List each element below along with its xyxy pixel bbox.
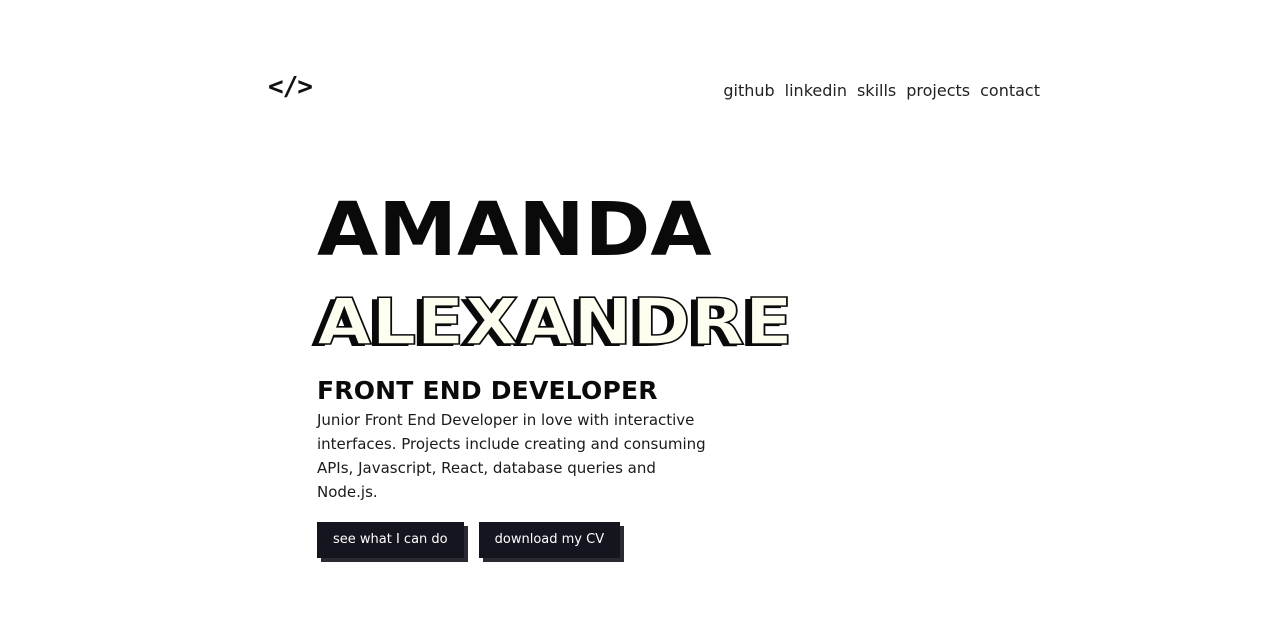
role-title: FRONT END DEVELOPER [317,376,658,405]
code-logo-icon[interactable]: </> [268,70,313,104]
see-work-button[interactable]: see what I can do [317,522,464,558]
last-name-heading: ALEXANDRE ALEXANDRE [311,286,877,360]
last-name-outline: ALEXANDRE [316,286,794,360]
page: </> github linkedin skills projects cont… [0,0,1280,640]
cta-buttons: see what I can do download my CV [317,522,877,558]
main-nav: github linkedin skills projects contact [723,79,1040,103]
bio-text: Junior Front End Developer in love with … [317,411,706,501]
hero-section: AMANDA ALEXANDRE ALEXANDRE FRONT END DEV… [311,190,877,558]
nav-skills-link[interactable]: skills [857,79,896,103]
first-name-heading: AMANDA [317,187,712,273]
nav-github-link[interactable]: github [723,79,774,103]
nav-contact-link[interactable]: contact [980,79,1040,103]
download-cv-button[interactable]: download my CV [478,522,621,558]
nav-linkedin-link[interactable]: linkedin [785,79,847,103]
nav-projects-link[interactable]: projects [906,79,970,103]
